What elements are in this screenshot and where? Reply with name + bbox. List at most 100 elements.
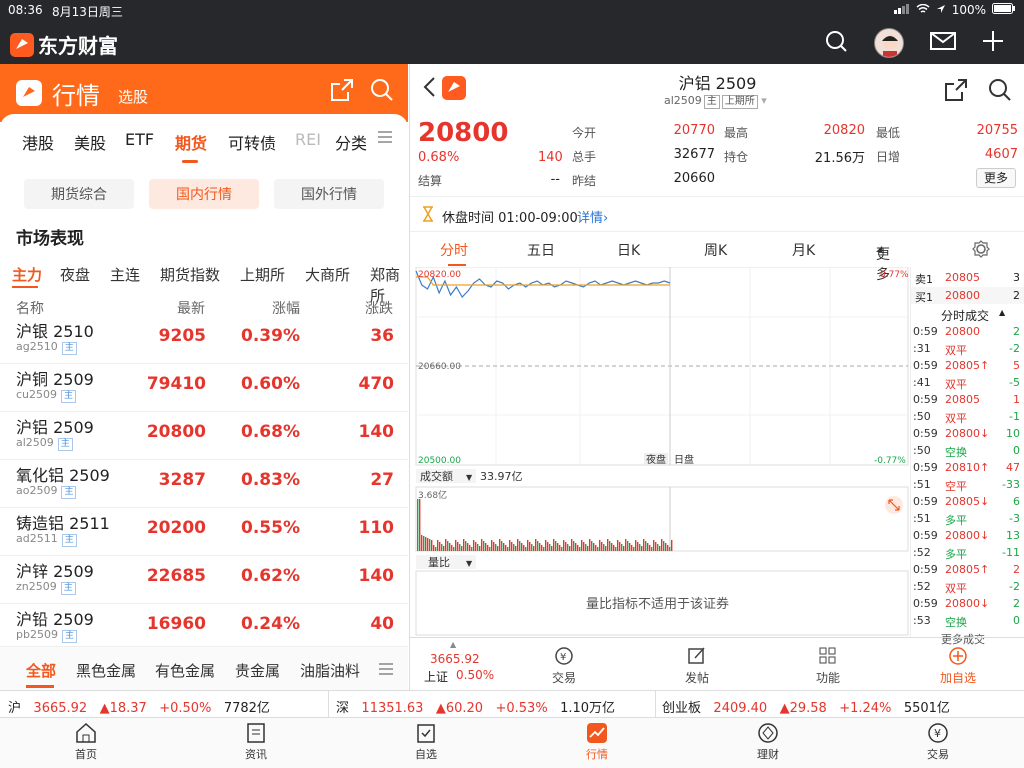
oi-label: 持仓 xyxy=(724,150,749,164)
share-icon[interactable] xyxy=(944,78,968,106)
seg-foreign[interactable]: 国外行情 xyxy=(274,179,384,209)
intraday-chart[interactable]: 20820.00 20660.00 20500.00 0.77% -0.77% … xyxy=(410,266,910,637)
row-chg: 140 xyxy=(358,566,395,586)
add-icon[interactable] xyxy=(982,30,1004,56)
search-icon[interactable] xyxy=(370,78,394,106)
tab-daily[interactable]: 日K xyxy=(617,240,640,260)
ticker-sz[interactable]: 深 11351.63 ▲60.20 +0.53% 1.10万亿 xyxy=(336,697,615,716)
volume-bar xyxy=(563,540,565,551)
trades-title[interactable]: 分时成交 ▲ xyxy=(911,305,1024,323)
volume-bar xyxy=(607,539,609,551)
tab-etf[interactable]: ETF xyxy=(125,130,154,149)
volume-bar xyxy=(557,543,559,551)
futures-row[interactable]: 沪锌 2509 zn2509 主 22685 0.62% 140 xyxy=(0,556,408,604)
bcat-oils[interactable]: 油脂油料 xyxy=(300,660,360,681)
volume-bar xyxy=(599,540,601,551)
bcat-nonferrous[interactable]: 有色金属 xyxy=(155,660,215,681)
caret-down-icon: ▼ xyxy=(466,473,473,482)
bcat-all[interactable]: 全部 xyxy=(26,660,56,681)
col-pct[interactable]: 涨幅 xyxy=(272,298,300,318)
trade-row: 0:59 20800↓ 10 xyxy=(913,427,1020,440)
function-button[interactable]: 功能 xyxy=(798,646,858,686)
ratio-label: 量比 xyxy=(428,556,450,569)
volume-bar xyxy=(669,547,671,551)
tab-wealth[interactable]: 理财 xyxy=(728,722,808,762)
volume-bar xyxy=(549,544,551,551)
tab-trade[interactable]: ¥ 交易 xyxy=(898,722,978,762)
tab-watchlist[interactable]: 自选 xyxy=(386,722,466,762)
tab-us[interactable]: 美股 xyxy=(74,130,106,154)
tab-weekly[interactable]: 周K xyxy=(704,240,727,260)
contract-title: 沪铝 2509 xyxy=(678,74,757,93)
rest-detail-link[interactable]: 详情› xyxy=(577,207,608,226)
tab-hk[interactable]: 港股 xyxy=(22,130,54,154)
ticker-chinext[interactable]: 创业板 2409.40 ▲29.58 +1.24% 5501亿 xyxy=(662,697,950,716)
tab-market[interactable]: 行情 xyxy=(557,722,637,762)
bcat-ferrous[interactable]: 黑色金属 xyxy=(76,660,136,681)
add-watchlist-button[interactable]: 加自选 xyxy=(928,646,988,686)
row-chg: 27 xyxy=(370,470,394,490)
col-chg[interactable]: 涨跌 xyxy=(365,298,393,318)
mail-icon[interactable] xyxy=(930,31,956,55)
avatar[interactable] xyxy=(874,28,904,58)
seg-futures-overview[interactable]: 期货综合 xyxy=(24,179,134,209)
row-pct: 0.60% xyxy=(241,374,300,394)
volume-bar xyxy=(521,543,523,551)
stock-picker-link[interactable]: 选股 xyxy=(118,86,148,107)
share-icon[interactable] xyxy=(330,78,354,106)
volume-bar xyxy=(525,547,527,551)
search-icon[interactable] xyxy=(824,29,848,57)
volume-bar xyxy=(493,542,495,551)
futures-row[interactable]: 氧化铝 2509 ao2509 主 3287 0.83% 27 xyxy=(0,460,408,508)
volume-bar xyxy=(527,540,529,551)
tab-intraday[interactable]: 分时 xyxy=(440,240,468,260)
subtab-main[interactable]: 主力 xyxy=(12,264,42,285)
ask-row[interactable]: 卖1 20805 3 xyxy=(911,269,1024,286)
menu-icon[interactable] xyxy=(378,661,394,681)
tab-futures[interactable]: 期货 xyxy=(175,130,207,154)
ticker-sh[interactable]: 沪 3665.92 ▲18.37 +0.50% 7782亿 xyxy=(8,697,270,716)
market-icon xyxy=(587,723,607,743)
subtab-night[interactable]: 夜盘 xyxy=(60,264,90,285)
subtab-dce[interactable]: 大商所 xyxy=(305,264,350,285)
futures-row[interactable]: 沪铝 2509 al2509 主 20800 0.68% 140 xyxy=(0,412,408,460)
volume-bar xyxy=(519,541,521,551)
col-name[interactable]: 名称 xyxy=(16,298,44,318)
subtab-shfe[interactable]: 上期所 xyxy=(240,264,285,285)
bid-row[interactable]: 买1 20800 2 xyxy=(911,287,1024,304)
post-button[interactable]: 发帖 xyxy=(667,646,727,686)
col-last[interactable]: 最新 xyxy=(177,298,205,318)
volume-bar xyxy=(469,545,471,551)
tab-news[interactable]: 资讯 xyxy=(216,722,296,762)
trade-button[interactable]: ¥ 交易 xyxy=(534,646,594,686)
more-button[interactable]: 更多 xyxy=(976,168,1016,188)
volume-bar xyxy=(629,543,631,551)
battery-text: 100% xyxy=(951,3,986,17)
futures-row[interactable]: 沪铅 2509 pb2509 主 16960 0.24% 40 xyxy=(0,604,408,652)
contract-subtitle[interactable]: al2509 主上期所 ▾ xyxy=(664,94,767,109)
futures-row[interactable]: 沪铜 2509 cu2509 主 79410 0.60% 470 xyxy=(0,364,408,412)
volume-bar xyxy=(431,540,433,551)
sh-index-value[interactable]: 3665.92 xyxy=(430,652,480,666)
tab-convertible[interactable]: 可转债 xyxy=(228,130,276,154)
tab-home[interactable]: 首页 xyxy=(46,722,126,762)
futures-row[interactable]: 沪银 2510 ag2510 主 9205 0.39% 36 xyxy=(0,316,408,364)
tab-monthly[interactable]: 月K xyxy=(792,240,815,260)
tab-5day[interactable]: 五日 xyxy=(527,240,555,260)
subtab-continuous[interactable]: 主连 xyxy=(110,264,140,285)
volume-bar xyxy=(577,545,579,551)
caret-down-icon: ▼ xyxy=(466,559,473,568)
search-icon[interactable] xyxy=(988,78,1012,106)
seg-domestic[interactable]: 国内行情 xyxy=(149,179,259,209)
tab-reits[interactable]: REI xyxy=(295,130,321,149)
settings-icon[interactable] xyxy=(972,240,990,262)
volume-bar xyxy=(587,546,589,551)
futures-row[interactable]: 铸造铝 2511 ad2511 主 20200 0.55% 110 xyxy=(0,508,408,556)
subtab-index[interactable]: 期货指数 xyxy=(160,264,220,285)
volume-bar xyxy=(621,544,623,551)
tab-category[interactable]: 分类 xyxy=(335,130,367,154)
menu-icon[interactable] xyxy=(377,129,393,149)
edit-icon xyxy=(688,647,705,664)
volume-bar xyxy=(529,542,531,551)
bcat-precious[interactable]: 贵金属 xyxy=(235,660,280,681)
